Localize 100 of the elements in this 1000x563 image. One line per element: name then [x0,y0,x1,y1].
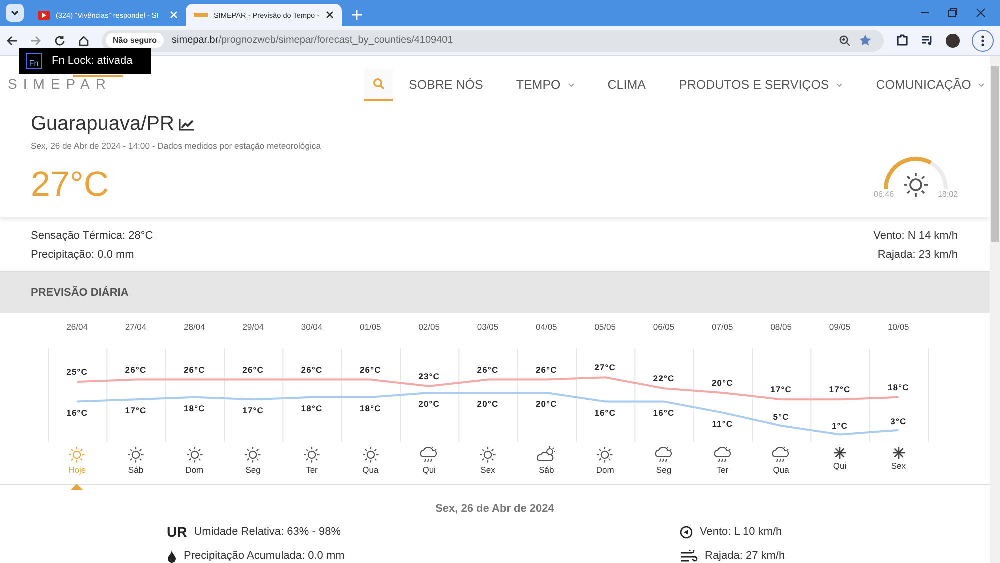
forward-icon[interactable] [30,34,42,46]
day-item[interactable]: Ter [282,446,342,490]
close-icon[interactable] [326,11,334,19]
search-icon [372,78,384,90]
day-item[interactable]: Dom [576,446,635,490]
nav-link[interactable]: SOBRE NÓS [409,78,484,92]
tab-list-button[interactable] [6,4,24,22]
zoom-icon[interactable] [839,34,851,46]
sun-icon [186,446,204,464]
temperature-label: 20°C [477,399,499,409]
url-host: simepar.br [172,35,219,46]
star-icon [832,446,847,460]
day-item[interactable]: Qui [400,446,459,490]
sun-icon [68,446,86,464]
temperature-label: 18°C [888,382,910,392]
precipitation-text: Precipitação: 0.0 mm [31,248,136,263]
temperature-label: 22°C [653,374,675,384]
day-item[interactable]: Sáb [106,446,166,490]
day-item[interactable]: Dom [165,446,224,490]
bookmark-star-icon[interactable] [859,34,872,47]
temperature-label: 18°C [360,403,382,414]
date-label: 09/05 [828,322,852,334]
sunset-time: 18:02 [938,190,958,199]
logo-icon [194,13,208,17]
temperature-label: 26°C [242,364,264,375]
current-temperature: 27°C [31,165,110,205]
caret-icon[interactable] [568,82,575,88]
wind-icon [680,550,698,562]
caret-icon[interactable] [836,82,844,88]
detail-date: Sex, 26 de Abr de 2024 [434,503,556,515]
temperature-label: 26°C [536,364,558,375]
selection-pointer-icon [71,484,84,490]
city-title: Guarapuava/PR [31,113,174,136]
day-item[interactable]: Sex [458,446,518,490]
humidity-text: Umidade Relativa: 63% - 98% [194,526,341,538]
temperature-label: 16°C [594,408,616,418]
date-label: 02/05 [418,322,441,334]
temperature-label: 26°C [301,364,323,375]
date-label: 30/04 [300,322,324,334]
temperature-label: 20°C [418,399,440,409]
day-item[interactable]: Qui [810,446,870,490]
media-icon[interactable] [921,35,934,46]
date-label: 27/04 [124,322,148,334]
menu-button[interactable] [972,30,994,52]
rain-cloud-icon [712,446,733,464]
address-field[interactable]: Não seguro simepar.br/prognozweb/simepar/forecast_by_counties/4109401 [102,30,884,52]
scrollbar[interactable] [990,56,1000,563]
caret-icon[interactable] [978,82,986,88]
restore-icon[interactable] [948,8,958,18]
rain-cloud-icon [771,446,792,464]
sunrise-time: 06:46 [874,190,894,199]
chart-icon[interactable] [179,118,196,131]
temperature-label: 26°C [125,364,147,375]
wind-text: Vento: L 10 km/h [700,526,782,538]
temperature-label: 16°C [66,408,88,418]
section-title: PREVISÃO DIÁRIA [31,286,129,298]
day-item[interactable]: Qua [752,446,811,490]
avatar[interactable] [946,34,960,48]
star-icon [892,446,906,460]
security-chip[interactable]: Não seguro [106,33,164,48]
cloud-sun-icon [536,446,557,464]
day-item[interactable]: Ter [693,446,752,490]
temperature-label: 11°C [712,418,734,429]
temperature-label: 18°C [184,403,206,414]
nav-link[interactable]: PRODUTOS E SERVIÇOS [678,78,844,92]
temperature-label: 25°C [66,367,88,377]
date-label: 08/05 [770,322,793,334]
date-label: 26/04 [66,322,89,334]
date-label: 29/04 [242,322,265,334]
home-icon[interactable] [78,34,90,46]
day-item[interactable]: Sáb [517,446,576,490]
day-item[interactable]: Seg [634,446,694,490]
day-item[interactable]: Qua [341,446,400,490]
day-item[interactable]: Sex [869,446,928,490]
reload-icon[interactable] [54,34,66,46]
temperature-label: 17°C [242,406,264,416]
temperature-label: 16°C [653,408,675,418]
extensions-icon[interactable] [896,34,909,47]
new-tab-icon[interactable] [352,10,362,20]
nav-link[interactable]: TEMPO [516,78,575,92]
temperature-label: 27°C [594,362,616,373]
back-icon[interactable] [6,34,18,46]
date-label: 28/04 [183,322,206,334]
temperature-label: 26°C [477,364,499,375]
date-label: 01/05 [359,322,382,334]
sun-icon [244,446,262,464]
temperature-label: 26°C [360,364,382,375]
video-icon [38,10,50,20]
day-item[interactable]: Seg [224,446,283,490]
nav-link[interactable]: COMUNICAÇÃO [876,78,986,92]
compass-icon [680,526,693,538]
sun-icon [596,446,614,464]
logo[interactable]: SIMEPAR [8,75,126,92]
nav-link[interactable]: CLIMA [608,78,646,92]
temperature-label: 3°C [890,416,907,426]
accumulated-precipitation-text: Precipitação Acumulada: 0.0 mm [184,550,345,562]
temperature-label: 18°C [301,403,323,414]
rain-cloud-icon [419,446,440,464]
sun-gauge [884,155,948,191]
url-path: /prognozweb/simepar/forecast_by_counties/4109401 [218,35,454,46]
